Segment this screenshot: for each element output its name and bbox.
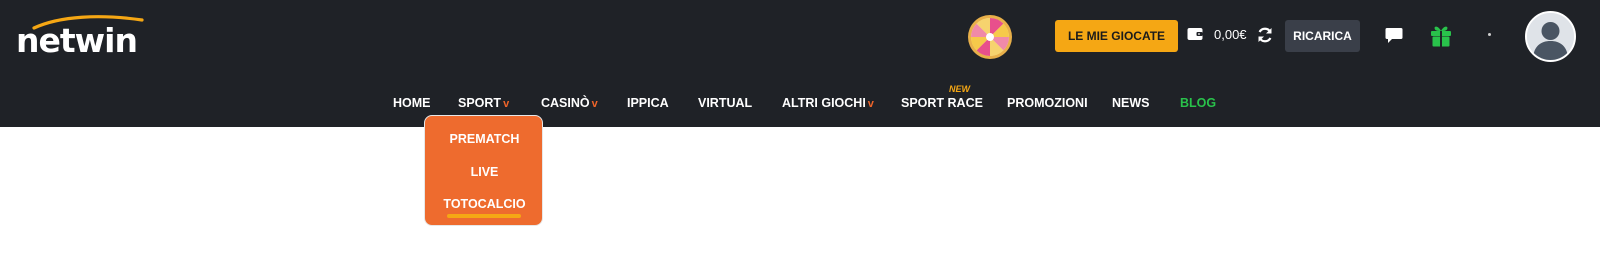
nav-label: CASINÒ <box>541 96 590 110</box>
nav-ippica[interactable]: IPPICA <box>627 92 669 114</box>
nav-home[interactable]: HOME <box>393 92 431 114</box>
separator-dot <box>1488 33 1491 36</box>
dropdown-item-totocalcio[interactable]: TOTOCALCIO <box>425 196 544 212</box>
nav-sport[interactable]: SPORT v <box>458 92 509 115</box>
nav-virtual[interactable]: VIRTUAL <box>698 92 752 114</box>
nav-label: PROMOZIONI <box>1007 96 1088 110</box>
nav-label: NEWS <box>1112 96 1150 110</box>
nav-label: SPORT RACE <box>901 96 983 110</box>
nav-blog[interactable]: BLOG <box>1180 92 1216 114</box>
active-item-underline <box>447 214 521 218</box>
nav-label: ALTRI GIOCHI <box>782 96 866 110</box>
my-bets-button[interactable]: LE MIE GIOCATE <box>1055 20 1178 52</box>
gift-icon[interactable] <box>1430 24 1452 47</box>
wallet-icon <box>1187 28 1203 40</box>
nav-label: SPORT <box>458 96 502 110</box>
nav-news[interactable]: NEWS <box>1112 92 1150 114</box>
chevron-down-icon: v <box>503 98 510 110</box>
nav-casino[interactable]: CASINÒ v <box>541 92 598 115</box>
prize-wheel-icon[interactable] <box>966 13 1014 61</box>
main-nav: HOME SPORT v CASINÒ v IPPICA VIRTUAL ALTRI… <box>0 92 1600 114</box>
logo-text: netwin <box>16 21 138 60</box>
new-badge: NEW <box>949 84 970 94</box>
account-balance: 0,00€ <box>1214 27 1247 42</box>
netwin-logo[interactable]: netwin <box>16 14 148 60</box>
nav-label: IPPICA <box>627 96 669 110</box>
sport-dropdown-menu: PREMATCH LIVE TOTOCALCIO <box>424 115 543 226</box>
nav-label: BLOG <box>1180 96 1217 110</box>
recharge-button[interactable]: RICARICA <box>1285 20 1360 52</box>
top-header: netwin LE MIE GIOCATE 0,00€ RICARICA HOM… <box>0 0 1600 127</box>
chevron-down-icon: v <box>867 98 874 110</box>
dropdown-item-live[interactable]: LIVE <box>425 164 544 180</box>
nav-sport-race[interactable]: SPORT RACE <box>901 92 983 114</box>
user-avatar[interactable] <box>1525 11 1576 62</box>
dropdown-item-prematch[interactable]: PREMATCH <box>425 131 544 147</box>
refresh-icon[interactable] <box>1256 26 1274 44</box>
chevron-down-icon: v <box>591 98 598 110</box>
nav-promozioni[interactable]: PROMOZIONI <box>1007 92 1088 114</box>
nav-altri-giochi[interactable]: ALTRI GIOCHI v <box>782 92 874 115</box>
nav-label: HOME <box>393 96 431 110</box>
chat-icon[interactable] <box>1385 27 1403 44</box>
nav-label: VIRTUAL <box>698 96 753 110</box>
